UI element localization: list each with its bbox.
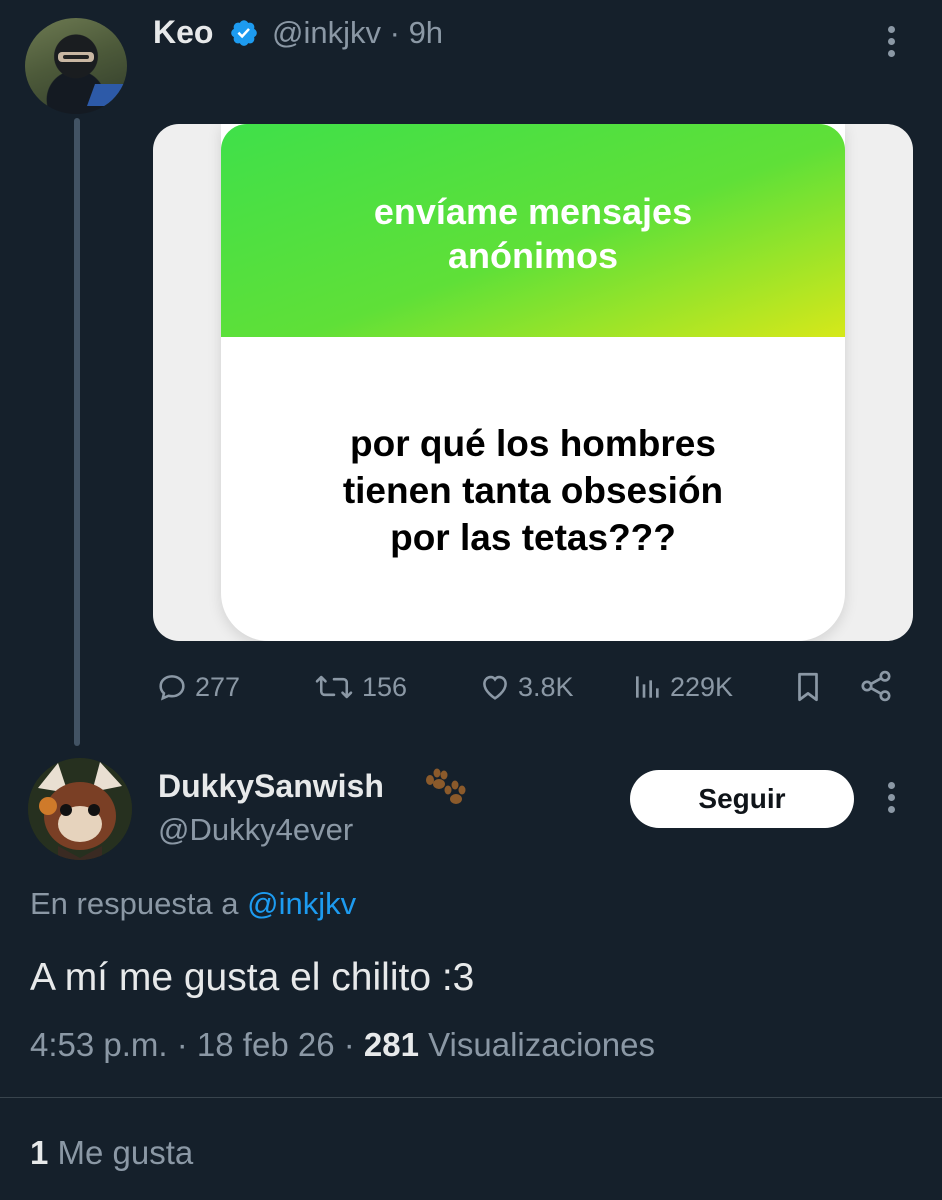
reply-views-label: Visualizaciones: [428, 1026, 655, 1063]
parent-author-name[interactable]: Keo: [153, 14, 213, 51]
views-button[interactable]: 229K: [632, 670, 733, 704]
card-banner: envíame mensajes anónimos: [221, 124, 845, 337]
reply-handle[interactable]: @Dukky4ever: [158, 812, 353, 848]
avatar-dukkysanwish[interactable]: [28, 758, 132, 860]
banner-title-line1: envíame mensajes: [373, 191, 693, 232]
more-options-icon[interactable]: [888, 26, 896, 60]
like-icon: [483, 675, 507, 700]
parent-handle-time[interactable]: @inkjkv · 9h: [272, 15, 443, 51]
question-line2: tienen tanta obsesión: [342, 470, 724, 511]
like-count: 3.8K: [518, 671, 574, 702]
reply-author-name[interactable]: DukkySanwish: [158, 768, 384, 805]
verified-badge-icon: [231, 20, 257, 46]
retweet-button[interactable]: 156: [312, 670, 407, 704]
views-count: 229K: [670, 671, 734, 702]
parent-separator: ·: [389, 15, 400, 50]
thread-connector-line: [74, 118, 80, 746]
banner-title-line2: anónimos: [447, 235, 618, 276]
reply-metadata: 4:53 p.m. · 18 feb 26 · 281 Visualizacio…: [30, 1026, 655, 1064]
reply-button[interactable]: 277: [155, 670, 240, 704]
reply-likes-label: Me gusta: [57, 1134, 194, 1171]
reply-prefix: En respuesta a: [30, 886, 239, 921]
more-options-icon[interactable]: [888, 782, 896, 816]
reply-views-count: 281: [363, 1026, 419, 1063]
meta-separator-2: ·: [343, 1026, 355, 1063]
views-icon: [636, 676, 659, 698]
reply-date[interactable]: 18 feb 26: [197, 1026, 335, 1063]
follow-button[interactable]: Seguir: [630, 770, 854, 828]
reply-text: A mí me gusta el chilito :3: [30, 956, 475, 999]
reply-time[interactable]: 4:53 p.m.: [30, 1026, 168, 1063]
reply-likes-count: 1: [30, 1134, 49, 1171]
meta-separator-1: ·: [176, 1026, 188, 1063]
question-line1: por qué los hombres: [350, 423, 716, 464]
reply-count: 277: [195, 671, 241, 702]
tweet-image[interactable]: envíame mensajes anónimos por qué los ho…: [153, 124, 913, 641]
like-button[interactable]: 3.8K: [478, 670, 574, 704]
parent-handle[interactable]: @inkjkv: [272, 15, 381, 50]
retweet-count: 156: [362, 671, 408, 702]
reply-context: En respuesta a @inkjkv: [30, 886, 356, 922]
anonymous-message-card: envíame mensajes anónimos por qué los ho…: [221, 124, 845, 641]
reply-likes-summary[interactable]: 1 Me gusta: [30, 1134, 193, 1172]
divider: [0, 1097, 942, 1098]
question-line3: por las tetas???: [390, 517, 676, 558]
retweet-icon: [315, 675, 353, 699]
share-icon[interactable]: [858, 668, 894, 704]
bookmark-icon[interactable]: [793, 670, 823, 704]
banner-title: envíame mensajes anónimos: [221, 190, 845, 278]
reply-mention-link[interactable]: @inkjkv: [247, 886, 356, 921]
card-question: por qué los hombres tienen tanta obsesió…: [221, 420, 845, 561]
paw-emoji-icon: [426, 768, 466, 804]
avatar-keo[interactable]: [25, 18, 127, 114]
reply-icon: [159, 675, 185, 701]
parent-time[interactable]: 9h: [409, 15, 443, 50]
